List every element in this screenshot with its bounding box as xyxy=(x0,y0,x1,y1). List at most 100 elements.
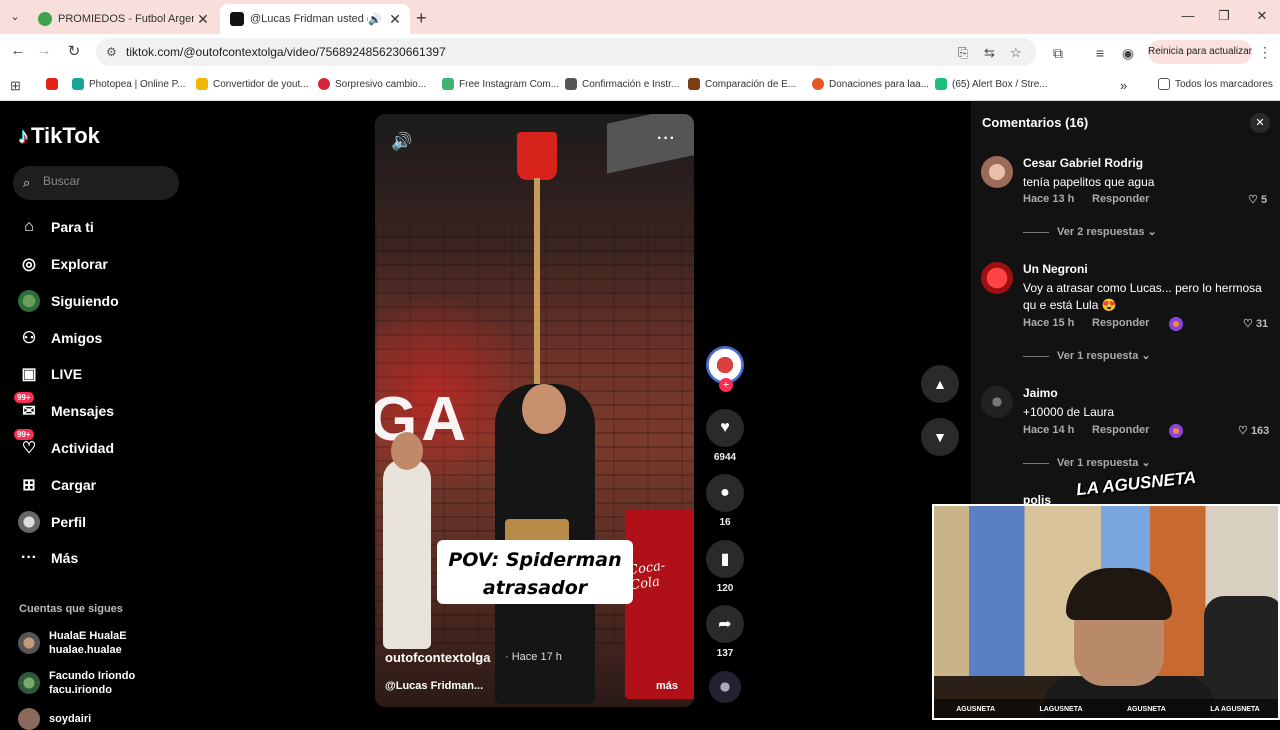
comment-like[interactable]: ♡ 5 xyxy=(1248,193,1267,206)
nav-label: Mensajes xyxy=(51,403,115,419)
nav-upload[interactable]: ⊞ Cargar xyxy=(18,470,96,500)
see-more-link[interactable]: más xyxy=(656,680,678,692)
photopea-icon xyxy=(72,78,84,90)
sound-icon[interactable]: 🔊 xyxy=(391,132,412,152)
nav-for-you[interactable]: ⌂ Para ti xyxy=(18,212,94,242)
restore-icon[interactable]: ❐ xyxy=(1214,8,1234,24)
bookmark-icon[interactable]: ▮ xyxy=(706,540,744,578)
follow-plus-icon[interactable]: + xyxy=(719,378,733,392)
bookmark-youtube[interactable] xyxy=(46,78,63,90)
bookmark-item[interactable]: Free Instagram Com... xyxy=(442,78,559,90)
save-action[interactable]: ▮ 120 xyxy=(706,540,744,594)
share-icon[interactable]: ➦ xyxy=(706,605,744,643)
music-disc-icon[interactable] xyxy=(709,671,741,703)
video-more-icon[interactable]: ··· xyxy=(657,130,676,148)
nav-messages[interactable]: ✉ 99+ Mensajes xyxy=(14,392,115,426)
chevron-down-icon: ⌄ xyxy=(1141,457,1151,469)
comment-author[interactable]: Un Negroni xyxy=(1023,262,1088,276)
video-author[interactable]: outofcontextolga xyxy=(385,650,490,665)
nav-friends[interactable]: ⚇ Amigos xyxy=(18,323,103,353)
browser-menu-icon[interactable]: ⋮ xyxy=(1258,44,1272,61)
bookmark-star-icon[interactable]: ☆ xyxy=(1010,45,1022,61)
reply-button[interactable]: Responder xyxy=(1092,424,1149,436)
site-info-icon[interactable]: ⚙ xyxy=(106,45,117,59)
like-count: 6944 xyxy=(713,452,737,463)
chevron-down-icon: ▼ xyxy=(933,429,947,445)
reply-button[interactable]: Responder xyxy=(1092,193,1149,205)
comment-action[interactable]: ● 16 xyxy=(706,474,744,528)
close-tab-icon[interactable]: ✕ xyxy=(386,11,404,28)
bookmark-item[interactable]: Donaciones para laa... xyxy=(812,78,929,90)
close-window-icon[interactable]: ✕ xyxy=(1252,8,1272,24)
following-account[interactable]: soydairi xyxy=(18,708,91,730)
video-caption-overlay: POV: Spiderman atrasador xyxy=(437,540,633,604)
nav-following[interactable]: Siguiendo xyxy=(18,286,119,316)
following-account[interactable]: Facundo Iriondo facu.iriondo xyxy=(18,669,135,697)
media-controls-icon[interactable]: ≡ xyxy=(1090,45,1110,61)
video-player[interactable]: GA Coca-Cola 🔊 ··· POV: Spiderman atrasa… xyxy=(375,114,694,707)
nav-activity[interactable]: ♡ 99+ Actividad xyxy=(14,429,114,463)
comment-item: Cesar Gabriel Rodrig tenía papelitos que… xyxy=(981,156,1276,246)
url-text[interactable]: tiktok.com/@outofcontextolga/video/75689… xyxy=(126,45,446,59)
avatar[interactable] xyxy=(981,386,1013,418)
comment-item: Un Negroni Voy a atrasar como Lucas... p… xyxy=(981,262,1276,362)
close-icon[interactable]: ✕ xyxy=(1250,113,1270,133)
comment-icon[interactable]: ● xyxy=(706,474,744,512)
search-box[interactable]: ⌕ xyxy=(13,166,179,200)
all-bookmarks[interactable]: Todos los marcadores xyxy=(1158,78,1273,90)
nav-more[interactable]: ··· Más xyxy=(18,543,78,573)
bookmark-item[interactable]: Confirmación e Instr... xyxy=(565,78,679,90)
heart-icon[interactable]: ♥ xyxy=(706,409,744,447)
comment-like[interactable]: ♡ 163 xyxy=(1238,424,1269,437)
following-account[interactable]: HualaE HualaE hualae.hualae xyxy=(18,629,127,657)
like-action[interactable]: ♥ 6944 xyxy=(706,409,744,463)
search-input[interactable] xyxy=(43,174,173,188)
previous-video-button[interactable]: ▲ xyxy=(921,365,959,403)
next-video-button[interactable]: ▼ xyxy=(921,418,959,456)
update-button[interactable]: Reinicia para actualizar xyxy=(1148,40,1252,64)
new-tab-icon[interactable]: + xyxy=(416,8,427,29)
search-icon[interactable]: ⌕ xyxy=(23,175,30,191)
reload-icon[interactable]: ↻ xyxy=(64,42,84,60)
bookmark-item[interactable]: (65) Alert Box / Stre... xyxy=(935,78,1048,90)
avatar[interactable] xyxy=(981,156,1013,188)
reply-button[interactable]: Responder xyxy=(1092,317,1149,329)
install-icon[interactable]: ⎘ xyxy=(958,45,968,61)
forward-icon[interactable]: → xyxy=(34,42,54,59)
nav-explore[interactable]: ◎ Explorar xyxy=(18,249,108,279)
audio-playing-icon[interactable]: 🔊 xyxy=(368,13,382,26)
bookmarks-overflow-icon[interactable]: » xyxy=(1120,78,1127,93)
nav-live[interactable]: ▣ LIVE xyxy=(18,359,82,389)
comment-author[interactable]: Cesar Gabriel Rodrig xyxy=(1023,156,1143,170)
video-description[interactable]: @Lucas Fridman... xyxy=(385,680,483,692)
avatar[interactable] xyxy=(981,262,1013,294)
webcam-overlay: AGUSNETA LAGUSNETA AGUSNETA LA AGUSNETA xyxy=(932,504,1280,720)
view-replies[interactable]: Ver 2 respuestas ⌄ xyxy=(1023,225,1157,238)
bookmark-item[interactable]: Convertidor de yout... xyxy=(196,78,309,90)
nav-profile[interactable]: Perfil xyxy=(18,507,86,537)
wall-letters: GA xyxy=(375,385,470,454)
back-icon[interactable]: ← xyxy=(8,42,28,59)
view-replies[interactable]: Ver 1 respuesta ⌄ xyxy=(1023,456,1151,469)
comment-author[interactable]: Jaimo xyxy=(1023,386,1058,400)
tab-search-icon[interactable]: ⌄ xyxy=(6,8,24,26)
bookmark-item[interactable]: Sorpresivo cambio... xyxy=(318,78,426,90)
folder-icon xyxy=(1158,78,1170,90)
share-action[interactable]: ➦ 137 xyxy=(706,605,744,659)
tiktok-logo[interactable]: ♪ TikTok xyxy=(18,123,100,149)
tab-tiktok[interactable]: @Lucas Fridman usted es u 🔊 ✕ xyxy=(220,4,410,34)
extensions-icon[interactable]: ⧉ xyxy=(1048,45,1068,62)
tab-promiedos[interactable]: PROMIEDOS - Futbol Argentino ✕ xyxy=(28,4,218,34)
view-replies[interactable]: Ver 1 respuesta ⌄ xyxy=(1023,349,1151,362)
apps-grid-icon[interactable]: ⊞ xyxy=(10,78,21,94)
profile-icon[interactable]: ◉ xyxy=(1118,45,1138,62)
friends-icon: ⚇ xyxy=(21,330,37,347)
address-bar[interactable]: ⚙ tiktok.com/@outofcontextolga/video/756… xyxy=(96,38,1036,66)
instagram-tool-icon xyxy=(442,78,454,90)
bookmark-item[interactable]: Comparación de E... xyxy=(688,78,796,90)
comment-like[interactable]: ♡ 31 xyxy=(1243,317,1268,330)
close-tab-icon[interactable]: ✕ xyxy=(194,11,212,28)
bookmark-item[interactable]: Photopea | Online P... xyxy=(72,78,185,90)
minimize-icon[interactable]: — xyxy=(1178,8,1198,23)
translate-icon[interactable]: ⇆ xyxy=(984,45,995,61)
